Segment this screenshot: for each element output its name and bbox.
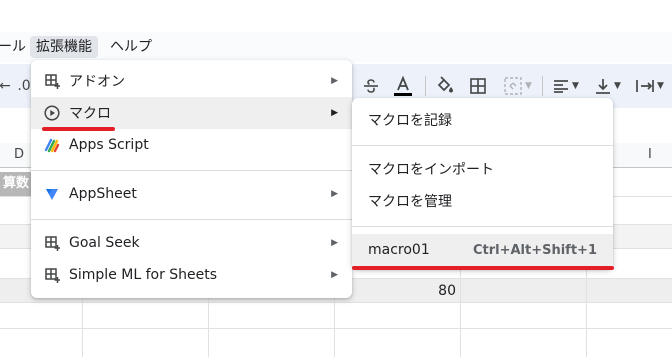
record-macro-item[interactable]: マクロを記録 [352,104,613,136]
extensions-menu: アドオン ▶ マクロ ▶ Apps Script AppSheet ▶ Goal… [31,60,352,298]
menubar: ール 拡張機能 ヘルプ [0,32,672,62]
menu-item-macros[interactable]: マクロ ▶ [31,97,352,129]
merge-cells-icon[interactable]: ▼ [500,74,536,98]
align-caret-icon: ▼ [572,81,579,91]
macro-shortcut: Ctrl+Alt+Shift+1 [472,242,597,258]
menu-item-label: Apps Script [69,137,149,153]
submenu-arrow-icon: ▶ [331,76,338,86]
menu-item-goal-seek[interactable]: Goal Seek ▶ [31,227,352,259]
grid-row-line [0,328,672,329]
macro-name: macro01 [368,242,430,258]
decimal-places-button[interactable]: .0 [16,74,32,98]
strikethrough-icon[interactable] [360,74,382,98]
column-i-header[interactable]: I [648,147,652,162]
menu-item-label: AppSheet [69,186,137,202]
menu-item-simple-ml[interactable]: Simple ML for Sheets ▶ [31,259,352,291]
menu-item-label: Simple ML for Sheets [69,267,218,283]
horizontal-align-icon[interactable]: ▼ [548,74,584,98]
menu-item-appsheet[interactable]: AppSheet ▶ [31,178,352,210]
menu-item-label: マクロ [69,106,111,122]
macro-item[interactable]: macro01 Ctrl+Alt+Shift+1 [352,234,613,266]
column-d-header[interactable]: D [14,147,24,162]
menu-help[interactable]: ヘルプ [104,36,158,58]
menu-item-label: Goal Seek [69,235,140,251]
annotation-underline [42,127,115,131]
text-color-icon[interactable] [392,74,414,98]
import-macro-item[interactable]: マクロをインポート [352,153,613,185]
text-rotation-icon[interactable]: ▼ [632,74,668,98]
fill-color-icon[interactable] [434,74,456,98]
vertical-align-icon[interactable]: ▼ [590,74,626,98]
submenu-arrow-icon: ▶ [331,238,338,248]
annotation-underline [352,266,614,270]
add-on-grid-icon [44,267,60,283]
decrease-decimal-arrow-icon[interactable]: ← [0,74,11,98]
submenu-arrow-icon: ▶ [331,270,338,280]
menu-item-apps-script[interactable]: Apps Script [31,129,352,161]
menu-separator [31,219,352,220]
apps-script-icon [44,137,60,153]
submenu-arrow-icon: ▶ [331,189,338,199]
add-ons-icon [44,73,60,89]
macro-submenu: マクロを記録 マクロをインポート マクロを管理 macro01 Ctrl+Alt… [352,98,613,269]
menu-separator [352,145,613,146]
value-cell[interactable]: 80 [400,280,456,302]
toolbar-divider [425,76,426,96]
toolbar-divider [542,76,543,96]
submenu-arrow-icon: ▶ [331,108,338,118]
menu-item-label: アドオン [69,74,125,90]
header-cell[interactable]: 算数 [0,172,34,196]
menu-tools[interactable]: ール [0,36,32,58]
rotation-caret-icon: ▼ [657,81,664,91]
merge-caret-icon: ▼ [525,81,532,91]
menu-separator [352,226,613,227]
grid-row-line [0,302,672,303]
appsheet-icon [44,186,60,202]
borders-icon[interactable] [468,74,488,98]
valign-caret-icon: ▼ [614,81,621,91]
macro-play-icon [44,105,60,121]
manage-macros-item[interactable]: マクロを管理 [352,185,613,217]
menu-extensions[interactable]: 拡張機能 [30,36,98,58]
menu-item-add-ons[interactable]: アドオン ▶ [31,65,352,97]
menu-separator [31,170,352,171]
add-on-grid-icon [44,235,60,251]
